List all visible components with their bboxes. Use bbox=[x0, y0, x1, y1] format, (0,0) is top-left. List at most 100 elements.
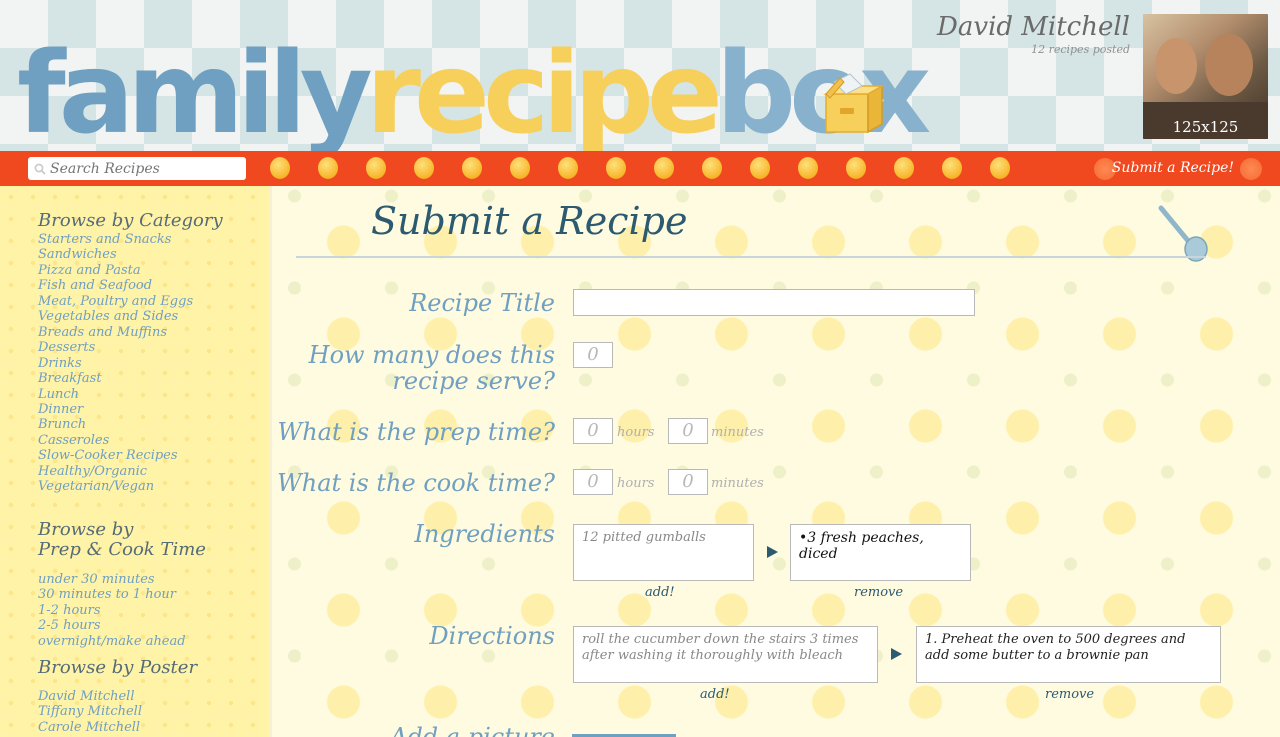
serves-label-line2: recipe serve? bbox=[392, 367, 555, 395]
submit-recipe-link[interactable]: Submit a Recipe! bbox=[1112, 160, 1234, 176]
cook-minutes-unit: minutes bbox=[711, 476, 764, 491]
recipe-title-input[interactable] bbox=[573, 289, 975, 316]
lemon-icon bbox=[654, 157, 674, 179]
time-link[interactable]: 1-2 hours bbox=[38, 603, 206, 618]
category-link[interactable]: Vegetarian/Vegan bbox=[38, 479, 223, 494]
serves-label-line1: How many does this bbox=[308, 341, 555, 369]
sidebar: Browse by Category Starters and Snacks S… bbox=[0, 186, 272, 737]
lemon-icon bbox=[846, 157, 866, 179]
time-link[interactable]: 2-5 hours bbox=[38, 618, 206, 633]
category-link[interactable]: Brunch bbox=[38, 417, 223, 432]
time-link[interactable]: under 30 minutes bbox=[38, 572, 206, 587]
search-input[interactable] bbox=[50, 160, 200, 177]
browse-by-time: Browse by Prep & Cook Time under 30 minut… bbox=[0, 520, 206, 649]
time-link[interactable]: 30 minutes to 1 hour bbox=[38, 587, 206, 602]
category-link[interactable]: Lunch bbox=[38, 387, 223, 402]
time-link[interactable]: overnight/make ahead bbox=[38, 634, 206, 649]
lemon-icon bbox=[558, 157, 578, 179]
direction-add-link[interactable]: add! bbox=[700, 687, 730, 702]
avatar-size-label: 125x125 bbox=[1172, 118, 1239, 136]
category-link[interactable]: Fish and Seafood bbox=[38, 278, 223, 293]
logo-recipe-text: recipe bbox=[365, 29, 723, 151]
category-link[interactable]: Starters and Snacks bbox=[38, 232, 223, 247]
browse-by-category: Browse by Category Starters and Snacks S… bbox=[0, 211, 223, 495]
category-link[interactable]: Slow-Cooker Recipes bbox=[38, 448, 223, 463]
lemon-icon bbox=[270, 157, 290, 179]
time-heading-line2: Prep & Cook Time bbox=[38, 539, 206, 560]
avatar-face-right bbox=[1205, 34, 1253, 96]
category-link[interactable]: Meat, Poultry and Eggs bbox=[38, 294, 223, 309]
poster-link[interactable]: Carole Mitchell bbox=[38, 720, 197, 735]
lemon-icon bbox=[462, 157, 482, 179]
cook-hours-input[interactable]: 0 bbox=[573, 469, 613, 495]
ingredient-input[interactable]: 12 pitted gumballs bbox=[573, 524, 754, 581]
serves-input[interactable]: 0 bbox=[573, 342, 613, 368]
directions-label: Directions bbox=[429, 622, 555, 650]
site-header: familyrecipebox David Mitchell 12 recipe… bbox=[0, 0, 1280, 151]
lemon-icon bbox=[1240, 158, 1262, 180]
lemon-icon bbox=[702, 157, 722, 179]
page-title: Submit a Recipe bbox=[371, 199, 688, 243]
ingredient-add-arrow-icon[interactable] bbox=[767, 546, 778, 558]
user-recipe-count: 12 recipes posted bbox=[1031, 43, 1130, 56]
category-link[interactable]: Dinner bbox=[38, 402, 223, 417]
cook-hours-unit: hours bbox=[617, 476, 655, 491]
direction-add-arrow-icon[interactable] bbox=[891, 648, 902, 660]
ingredient-remove-link[interactable]: remove bbox=[854, 585, 903, 600]
avatar-face-left bbox=[1155, 38, 1197, 94]
add-picture-label: Add a picture bbox=[390, 723, 555, 737]
category-link[interactable]: Breads and Muffins bbox=[38, 325, 223, 340]
recipe-title-label: Recipe Title bbox=[409, 289, 555, 317]
prep-minutes-unit: minutes bbox=[711, 425, 764, 440]
lemon-icon bbox=[942, 157, 962, 179]
time-list: under 30 minutes 30 minutes to 1 hour 1-… bbox=[38, 572, 206, 649]
category-link[interactable]: Vegetables and Sides bbox=[38, 309, 223, 324]
category-link[interactable]: Breakfast bbox=[38, 371, 223, 386]
category-heading: Browse by Category bbox=[38, 210, 223, 231]
spoon-icon bbox=[1158, 205, 1208, 262]
nav-bar: Submit a Recipe! bbox=[0, 151, 1280, 186]
search-box[interactable] bbox=[28, 157, 246, 180]
search-icon bbox=[34, 163, 46, 175]
poster-link[interactable]: David Mitchell bbox=[38, 689, 197, 704]
user-name[interactable]: David Mitchell bbox=[937, 12, 1130, 42]
main-content: Submit a Recipe Recipe Title How many do… bbox=[275, 186, 1280, 737]
prep-minutes-input[interactable]: 0 bbox=[668, 418, 708, 444]
cook-minutes-input[interactable]: 0 bbox=[668, 469, 708, 495]
category-link[interactable]: Desserts bbox=[38, 340, 223, 355]
direction-list[interactable]: 1. Preheat the oven to 500 degrees and a… bbox=[916, 626, 1221, 683]
time-heading: Browse by Prep & Cook Time bbox=[38, 520, 206, 560]
category-link[interactable]: Casseroles bbox=[38, 433, 223, 448]
logo-family-text: family bbox=[17, 29, 373, 151]
lemon-decoration-row bbox=[270, 157, 1010, 179]
lemon-icon bbox=[606, 157, 626, 179]
lemon-icon bbox=[798, 157, 818, 179]
serves-label: How many does this recipe serve? bbox=[275, 342, 555, 394]
direction-input[interactable]: roll the cucumber down the stairs 3 time… bbox=[573, 626, 878, 683]
user-avatar[interactable]: 125x125 bbox=[1143, 14, 1268, 139]
direction-remove-link[interactable]: remove bbox=[1045, 687, 1094, 702]
prep-hours-input[interactable]: 0 bbox=[573, 418, 613, 444]
lemon-icon bbox=[318, 157, 338, 179]
ingredient-list[interactable]: •3 fresh peaches, diced bbox=[790, 524, 971, 581]
poster-list: David Mitchell Tiffany Mitchell Carole M… bbox=[38, 689, 197, 735]
browse-by-poster: Browse by Poster David Mitchell Tiffany … bbox=[0, 658, 197, 735]
category-link[interactable]: Drinks bbox=[38, 356, 223, 371]
poster-link[interactable]: Tiffany Mitchell bbox=[38, 704, 197, 719]
lemon-icon bbox=[990, 157, 1010, 179]
lemon-icon bbox=[750, 157, 770, 179]
poster-heading: Browse by Poster bbox=[38, 657, 198, 678]
time-heading-line1: Browse by bbox=[38, 519, 134, 540]
category-link[interactable]: Sandwiches bbox=[38, 247, 223, 262]
category-link[interactable]: Pizza and Pasta bbox=[38, 263, 223, 278]
site-logo[interactable]: familyrecipebox bbox=[17, 38, 931, 150]
lemon-icon bbox=[414, 157, 434, 179]
category-link[interactable]: Healthy/Organic bbox=[38, 464, 223, 479]
lemon-icon bbox=[894, 157, 914, 179]
recipe-box-icon bbox=[823, 73, 885, 134]
ingredients-label: Ingredients bbox=[414, 520, 555, 548]
title-divider bbox=[296, 256, 1206, 258]
prep-hours-unit: hours bbox=[617, 425, 655, 440]
ingredient-add-link[interactable]: add! bbox=[645, 585, 675, 600]
lemon-icon bbox=[510, 157, 530, 179]
